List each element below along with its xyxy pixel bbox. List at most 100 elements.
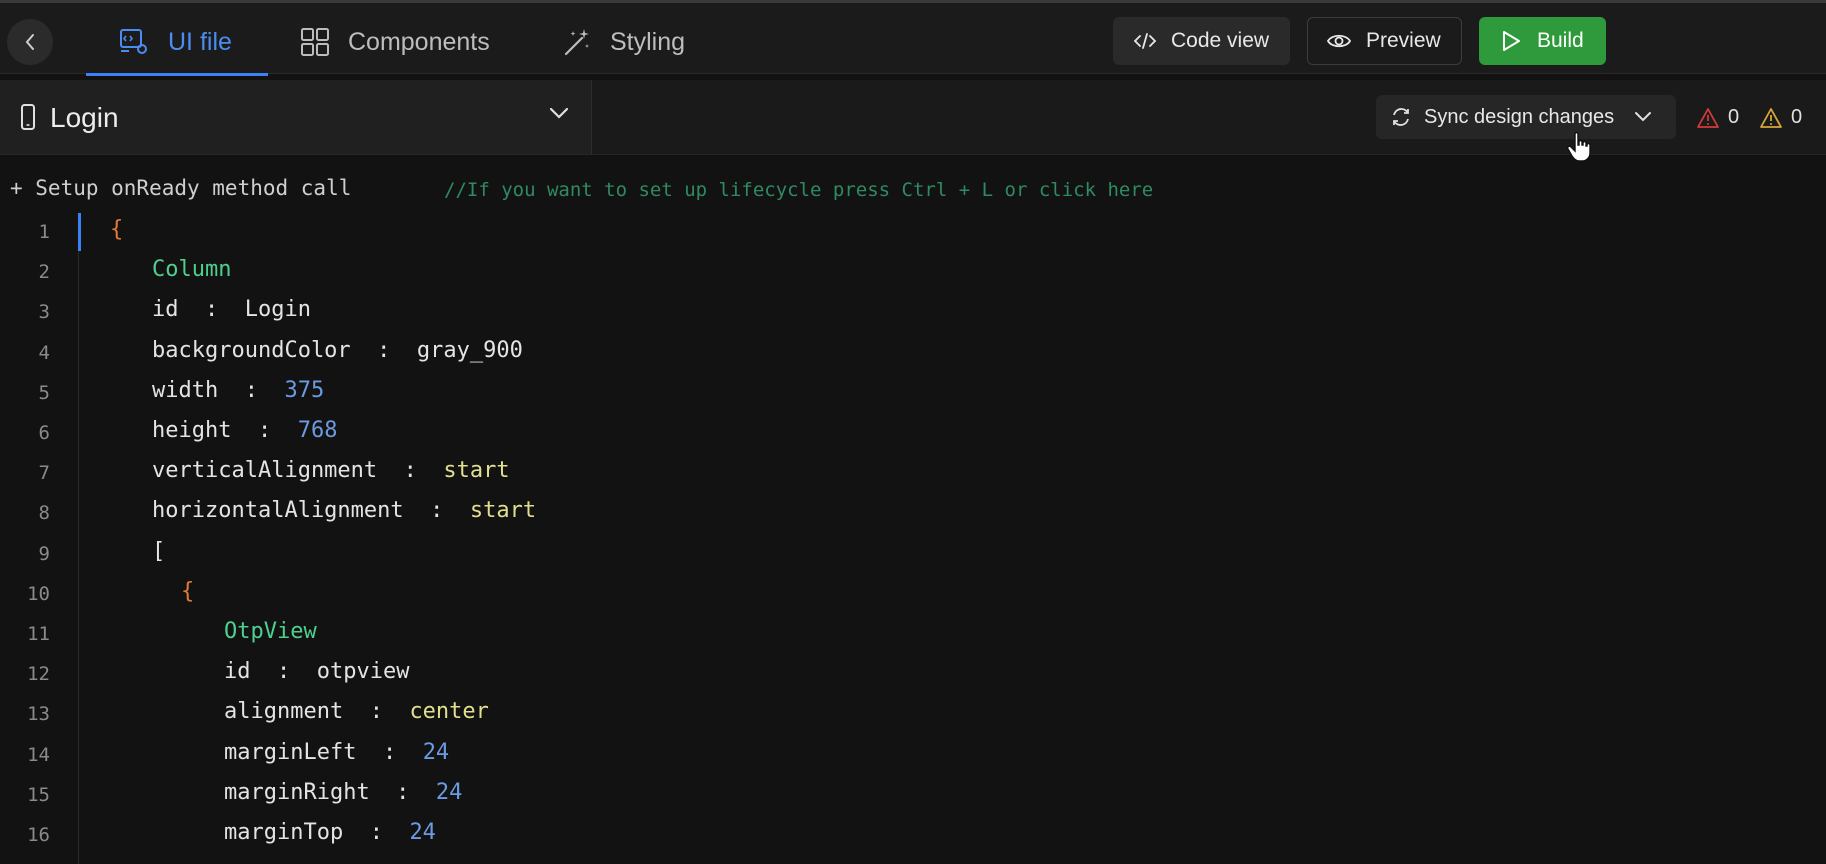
code-token: marginRight : bbox=[224, 779, 436, 805]
code-text: marginTop : 24 bbox=[224, 820, 436, 845]
code-token: horizontalAlignment : bbox=[152, 498, 470, 524]
code-line[interactable]: 12 id : otpview bbox=[0, 655, 1826, 695]
code-token: 24 bbox=[422, 739, 450, 765]
code-line[interactable]: 7 verticalAlignment : start bbox=[0, 454, 1826, 494]
line-number: 9 bbox=[38, 542, 50, 565]
code-text: id : otpview bbox=[224, 659, 409, 684]
code-token: height : bbox=[152, 418, 298, 443]
code-line[interactable]: 14 marginLeft : 24 bbox=[0, 736, 1826, 776]
code-line[interactable]: 1{ bbox=[0, 213, 1826, 253]
code-line[interactable]: 15 marginRight : 24 bbox=[0, 776, 1826, 816]
code-token: marginTop : bbox=[224, 820, 410, 845]
code-text: id : Login bbox=[152, 297, 311, 322]
code-line[interactable]: 13 alignment : center bbox=[0, 695, 1826, 735]
line-number: 11 bbox=[27, 623, 50, 645]
code-token: [ bbox=[152, 538, 166, 564]
code-token: OtpView bbox=[224, 619, 317, 644]
line-number: 2 bbox=[38, 261, 50, 284]
phone-icon bbox=[21, 104, 35, 130]
code-text: alignment : center bbox=[224, 699, 489, 724]
line-number: 15 bbox=[27, 783, 50, 806]
code-line[interactable]: 11 OtpView bbox=[0, 615, 1826, 655]
hand-cursor-icon bbox=[1567, 131, 1591, 162]
code-token: { bbox=[110, 217, 124, 242]
code-text: backgroundColor : gray_900 bbox=[152, 338, 523, 363]
code-token: 768 bbox=[297, 418, 338, 443]
line-number: 1 bbox=[38, 221, 50, 243]
code-view-label: Code view bbox=[1171, 29, 1270, 52]
warning-counter[interactable]: 0 bbox=[1759, 106, 1802, 129]
code-token: 375 bbox=[284, 377, 325, 403]
code-token: Column bbox=[152, 257, 232, 283]
code-text: [ bbox=[152, 539, 165, 564]
code-token: alignment : bbox=[224, 699, 410, 725]
tab-label: UI file bbox=[168, 27, 232, 56]
eye-icon bbox=[1326, 34, 1352, 48]
code-token: 24 bbox=[435, 779, 463, 805]
code-line[interactable]: 4 backgroundColor : gray_900 bbox=[0, 334, 1826, 374]
code-token: backgroundColor : bbox=[152, 337, 417, 363]
screen-selector[interactable]: Login bbox=[0, 80, 592, 154]
sync-icon bbox=[1393, 108, 1409, 126]
error-count: 0 bbox=[1728, 106, 1740, 128]
tab-styling[interactable]: Styling bbox=[562, 25, 685, 59]
tab-label: Styling bbox=[610, 27, 686, 56]
line-number: 4 bbox=[38, 341, 50, 364]
build-label: Build bbox=[1537, 29, 1584, 52]
tab-label: Components bbox=[348, 27, 490, 56]
code-line[interactable]: 16 marginTop : 24 bbox=[0, 816, 1826, 856]
code-token: 24 bbox=[409, 820, 436, 845]
ui-file-icon bbox=[120, 29, 147, 54]
error-triangle-icon bbox=[1697, 107, 1719, 128]
line-number: 8 bbox=[38, 502, 50, 525]
magic-wand-icon bbox=[564, 29, 589, 56]
code-text: width : 375 bbox=[152, 378, 324, 403]
code-line[interactable]: 8 horizontalAlignment : start bbox=[0, 494, 1826, 534]
code-token: otpview bbox=[316, 659, 410, 685]
code-editor[interactable]: 1{2 Column 3 id : Login 4 backgroundColor : g… bbox=[0, 213, 1826, 864]
code-token: marginLeft : bbox=[224, 739, 423, 765]
code-token: id : bbox=[224, 659, 317, 685]
lifecycle-hint-comment[interactable]: //If you want to set up lifecycle press … bbox=[444, 179, 1153, 201]
line-number: 3 bbox=[38, 301, 50, 324]
chevron-down-icon bbox=[549, 107, 569, 119]
code-text: verticalAlignment : start bbox=[152, 458, 510, 483]
code-line[interactable]: 10 { bbox=[0, 575, 1826, 615]
screen-name: Login bbox=[50, 102, 119, 133]
code-line[interactable]: 9[ bbox=[0, 535, 1826, 575]
sync-design-changes-button[interactable]: Sync design changes bbox=[1376, 95, 1676, 139]
active-tab-indicator bbox=[86, 73, 268, 76]
code-line[interactable]: 3 id : Login bbox=[0, 293, 1826, 333]
code-token: start bbox=[469, 498, 537, 524]
line-number: 5 bbox=[38, 381, 50, 404]
code-token: center bbox=[409, 699, 489, 725]
lifecycle-hint-bar: + Setup onReady method call //If you wan… bbox=[0, 170, 1826, 212]
code-token: gray_900 bbox=[416, 337, 523, 363]
chevron-down-icon bbox=[1635, 112, 1652, 122]
line-number: 7 bbox=[38, 462, 50, 485]
code-token: start bbox=[443, 458, 510, 484]
error-counter[interactable]: 0 bbox=[1696, 106, 1739, 129]
code-token: Login bbox=[244, 297, 311, 323]
tab-ui-file[interactable]: UI file bbox=[118, 25, 232, 59]
top-toolbar: UI file Components Styling Code view Pre… bbox=[0, 0, 1826, 76]
line-number: 10 bbox=[27, 582, 50, 605]
code-line[interactable]: 2 Column bbox=[0, 253, 1826, 293]
warning-count: 0 bbox=[1791, 106, 1803, 128]
code-text: marginLeft : 24 bbox=[224, 740, 449, 765]
preview-label: Preview bbox=[1366, 29, 1441, 52]
warning-triangle-icon bbox=[1760, 107, 1782, 128]
line-number: 6 bbox=[38, 422, 50, 444]
code-view-button[interactable]: Code view bbox=[1113, 17, 1290, 65]
code-token: { bbox=[181, 578, 195, 604]
code-token: verticalAlignment : bbox=[152, 458, 444, 484]
code-line[interactable]: 5 width : 375 bbox=[0, 374, 1826, 414]
code-line[interactable]: 6 height : 768 bbox=[0, 414, 1826, 454]
play-icon bbox=[1503, 31, 1520, 51]
build-button[interactable]: Build bbox=[1479, 17, 1606, 65]
setup-onready-link[interactable]: + Setup onReady method call bbox=[10, 176, 351, 200]
tab-components[interactable]: Components bbox=[300, 25, 490, 59]
components-grid-icon bbox=[301, 28, 329, 56]
back-button[interactable] bbox=[7, 19, 53, 65]
preview-button[interactable]: Preview bbox=[1307, 17, 1462, 65]
